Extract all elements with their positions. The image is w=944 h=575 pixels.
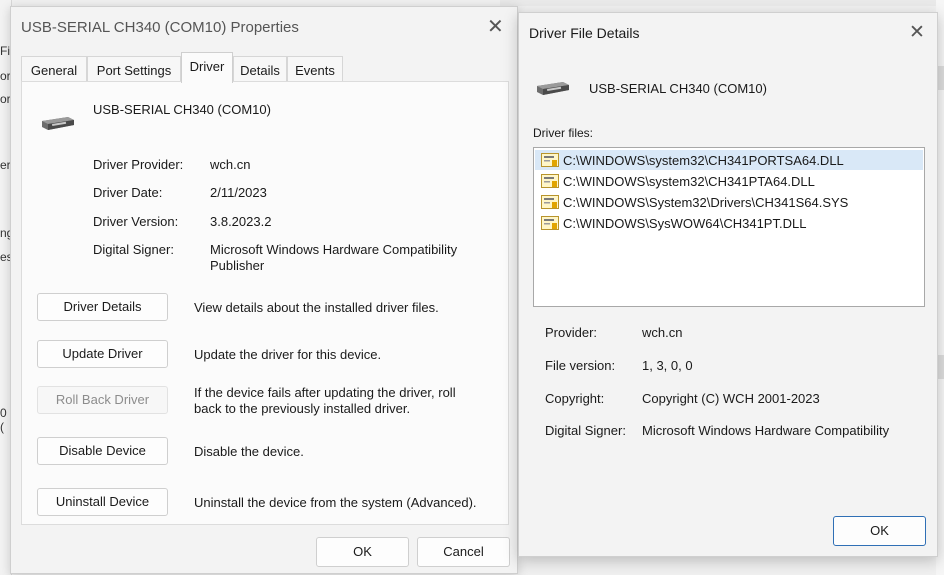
driver-file-details-window: Driver File Details ✕ USB-SERIAL CH340 (… [518, 12, 938, 557]
file-version-label: File version: [545, 358, 616, 373]
update-driver-description: Update the driver for this device. [194, 347, 382, 362]
driver-files-label: Driver files: [533, 126, 594, 140]
background-window-top [500, 0, 944, 6]
digital-signer-value: Microsoft Windows Hardware Compatibility [642, 423, 890, 438]
list-item[interactable]: C:\WINDOWS\system32\CH341PORTSA64.DLL [535, 150, 923, 170]
usb-serial-device-icon [537, 82, 569, 95]
window-title: Driver File Details [529, 25, 640, 41]
digital-signer-label: Digital Signer: [93, 242, 174, 257]
driver-details-button[interactable]: Driver Details [37, 293, 168, 321]
cancel-button[interactable]: Cancel [417, 537, 510, 567]
uninstall-device-button[interactable]: Uninstall Device [37, 488, 168, 516]
disable-device-description: Disable the device. [194, 444, 304, 459]
file-path: C:\WINDOWS\system32\CH341PORTSA64.DLL [563, 153, 844, 168]
close-icon[interactable]: ✕ [909, 23, 925, 42]
uninstall-device-description: Uninstall the device from the system (Ad… [194, 495, 477, 510]
copyright-value: Copyright (C) WCH 2001-2023 [642, 391, 820, 406]
provider-label: Provider: [545, 325, 598, 340]
provider-value: wch.cn [642, 325, 683, 340]
file-path: C:\WINDOWS\System32\Drivers\CH341S64.SYS [563, 195, 849, 210]
digital-signer-value: Microsoft Windows Hardware Compatibility… [210, 242, 458, 273]
driver-provider-value: wch.cn [210, 157, 251, 172]
list-item[interactable]: C:\WINDOWS\System32\Drivers\CH341S64.SYS [535, 192, 923, 212]
driver-provider-label: Driver Provider: [93, 157, 184, 172]
device-name: USB-SERIAL CH340 (COM10) [589, 81, 767, 96]
roll-back-driver-button[interactable]: Roll Back Driver [37, 386, 168, 414]
window-title: USB-SERIAL CH340 (COM10) Properties [21, 19, 299, 36]
update-driver-button[interactable]: Update Driver [37, 340, 168, 368]
tab-driver[interactable]: Driver [181, 52, 233, 83]
close-icon[interactable]: ✕ [487, 17, 504, 37]
list-item[interactable]: C:\WINDOWS\system32\CH341PTA64.DLL [535, 171, 923, 191]
file-path: C:\WINDOWS\SysWOW64\CH341PT.DLL [563, 216, 807, 231]
driver-files-list[interactable]: C:\WINDOWS\system32\CH341PORTSA64.DLL C:… [533, 147, 925, 307]
driver-version-value: 3.8.2023.2 [210, 214, 272, 229]
ok-button[interactable]: OK [833, 516, 926, 546]
driver-file-icon [541, 153, 559, 167]
driver-date-value: 2/11/2023 [210, 185, 267, 200]
driver-date-label: Driver Date: [93, 185, 163, 200]
device-properties-window: USB-SERIAL CH340 (COM10) Properties ✕ Ge… [10, 6, 518, 574]
digital-signer-label: Digital Signer: [545, 423, 626, 438]
usb-serial-device-icon [42, 117, 74, 130]
driver-details-description: View details about the installed driver … [194, 300, 439, 315]
driver-file-icon [541, 174, 559, 188]
tab-general[interactable]: General [21, 56, 87, 82]
driver-file-icon [541, 216, 559, 230]
file-version-value: 1, 3, 0, 0 [642, 358, 693, 373]
driver-version-label: Driver Version: [93, 214, 179, 229]
disable-device-button[interactable]: Disable Device [37, 437, 168, 465]
list-item[interactable]: C:\WINDOWS\SysWOW64\CH341PT.DLL [535, 213, 923, 233]
driver-file-icon [541, 195, 559, 209]
roll-back-driver-description: If the device fails after updating the d… [194, 385, 456, 416]
ok-button[interactable]: OK [316, 537, 409, 567]
tab-port-settings[interactable]: Port Settings [87, 56, 181, 82]
tab-events[interactable]: Events [287, 56, 343, 82]
device-name: USB-SERIAL CH340 (COM10) [93, 102, 271, 117]
file-path: C:\WINDOWS\system32\CH341PTA64.DLL [563, 174, 815, 189]
tab-details[interactable]: Details [233, 56, 287, 82]
driver-tab-panel: USB-SERIAL CH340 (COM10) Driver Provider… [21, 81, 509, 525]
copyright-label: Copyright: [545, 391, 605, 406]
